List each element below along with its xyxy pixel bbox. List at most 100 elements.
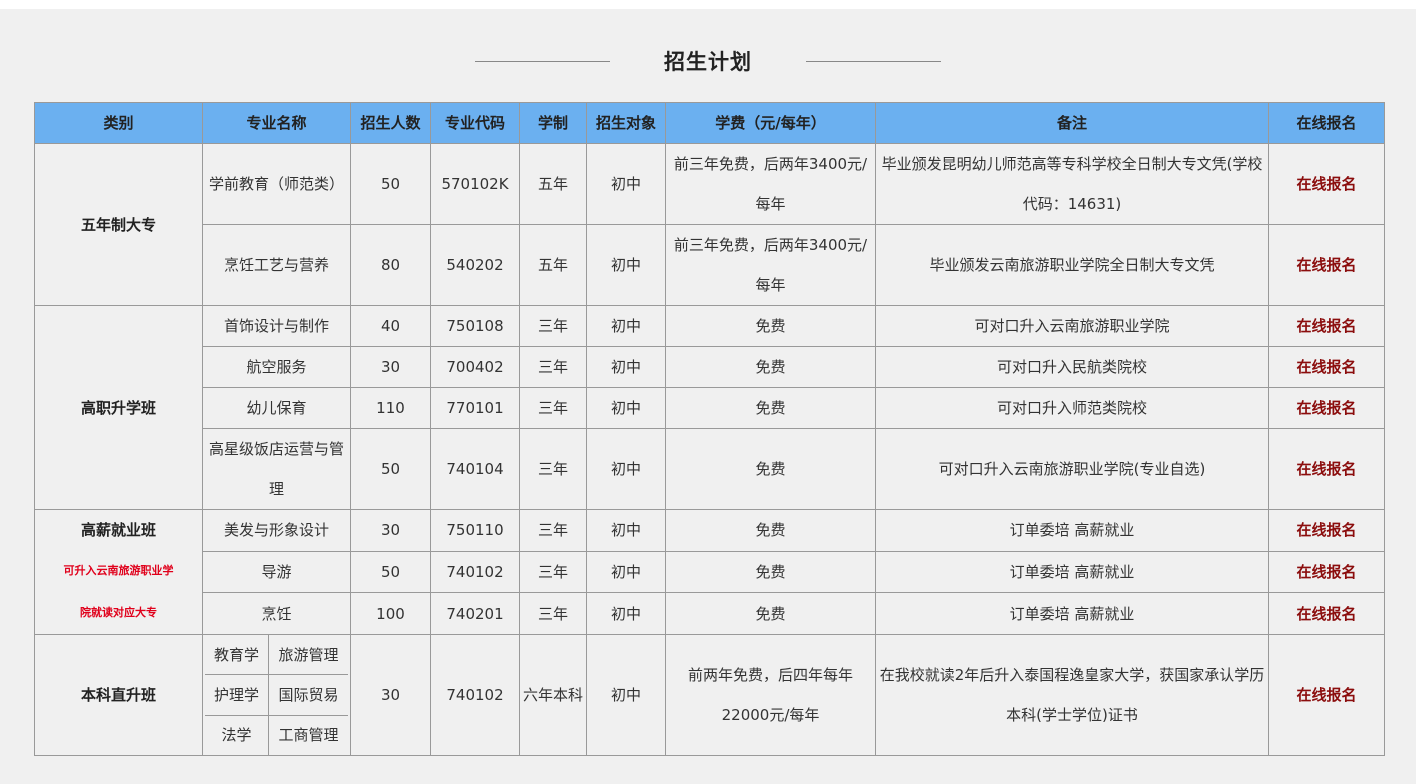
signup-link[interactable]: 在线报名 bbox=[1268, 387, 1385, 429]
major-cell: 国际贸易 bbox=[278, 685, 339, 704]
major-cell: 首饰设计与制作 bbox=[202, 305, 351, 347]
table-row: 航空服务 30 700402 三年 初中 免费 可对口升入民航类院校 在线报名 bbox=[35, 346, 1385, 388]
note-cell: 订单委培 高薪就业 bbox=[875, 509, 1269, 552]
table-row: 幼儿保育 110 770101 三年 初中 免费 可对口升入师范类院校 在线报名 bbox=[35, 387, 1385, 429]
code-cell: 570102K bbox=[430, 143, 520, 225]
major-cell: 航空服务 bbox=[202, 346, 351, 388]
signup-link[interactable]: 在线报名 bbox=[1268, 428, 1385, 510]
code-cell: 740201 bbox=[430, 592, 520, 635]
header-years: 学制 bbox=[519, 102, 587, 144]
header-fee: 学费（元/每年） bbox=[665, 102, 876, 144]
code-cell: 750110 bbox=[430, 509, 520, 552]
title-divider-left bbox=[475, 60, 610, 62]
page: 招生计划 类别 专业名称 招生人数 专业代码 学制 招生对象 学费（元/每年） … bbox=[0, 0, 1416, 784]
category-employment: 高薪就业班 可升入云南旅游职业学 院就读对应大专 bbox=[34, 509, 203, 635]
table-row: 高星级饭店运营与管理 50 740104 三年 初中 免费 可对口升入云南旅游职… bbox=[35, 428, 1385, 510]
note-cell: 可对口升入云南旅游职业学院(专业自选) bbox=[875, 428, 1269, 510]
code-cell: 750108 bbox=[430, 305, 520, 347]
signup-link[interactable]: 在线报名 bbox=[1268, 550, 1385, 594]
title-section: 招生计划 bbox=[0, 44, 1416, 78]
years-cell: 六年本科 bbox=[519, 634, 587, 756]
target-cell: 初中 bbox=[586, 305, 666, 347]
count-cell: 50 bbox=[350, 428, 431, 510]
table-row: 五年制大专 学前教育（师范类） 50 570102K 五年 初中 前三年免费，后… bbox=[34, 143, 1385, 306]
table-row: 导游 50 740102 三年 初中 免费 订单委培 高薪就业 在线报名 bbox=[35, 550, 1385, 594]
major-cell: 高星级饭店运营与管理 bbox=[202, 428, 351, 510]
table-row: 本科直升班 教育学 旅游管理 护理学 国际贸易 法学 工商管理 30 74010… bbox=[34, 634, 1385, 756]
title-divider-right bbox=[806, 60, 941, 62]
fee-cell: 免费 bbox=[665, 509, 876, 552]
header-major: 专业名称 bbox=[202, 102, 351, 144]
category-employment-note-2: 院就读对应大专 bbox=[80, 606, 157, 619]
note-cell: 毕业颁发云南旅游职业学院全日制大专文凭 bbox=[875, 224, 1269, 306]
count-cell: 30 bbox=[350, 634, 431, 756]
category-bachelor: 本科直升班 bbox=[34, 634, 203, 756]
header-target: 招生对象 bbox=[586, 102, 666, 144]
major-cell: 法学 bbox=[205, 715, 269, 755]
signup-link[interactable]: 在线报名 bbox=[1268, 634, 1385, 756]
major-cell: 幼儿保育 bbox=[202, 387, 351, 429]
header-signup: 在线报名 bbox=[1268, 102, 1385, 144]
table-row: 烹饪工艺与营养 80 540202 五年 初中 前三年免费，后两年3400元/每… bbox=[35, 224, 1385, 306]
target-cell: 初中 bbox=[586, 224, 666, 306]
note-cell: 订单委培 高薪就业 bbox=[875, 550, 1269, 594]
fee-cell: 前三年免费，后两年3400元/每年 bbox=[665, 224, 876, 306]
count-cell: 100 bbox=[350, 592, 431, 635]
fee-cell: 前两年免费，后四年每年22000元/每年 bbox=[665, 634, 876, 756]
count-cell: 50 bbox=[350, 550, 431, 594]
major-cell: 导游 bbox=[202, 550, 351, 594]
count-cell: 40 bbox=[350, 305, 431, 347]
category-employment-note: 可升入云南旅游职业学 bbox=[63, 564, 174, 577]
count-cell: 110 bbox=[350, 387, 431, 429]
signup-link[interactable]: 在线报名 bbox=[1268, 224, 1385, 306]
fee-cell: 免费 bbox=[665, 428, 876, 510]
major-cell: 教育学 bbox=[205, 635, 269, 675]
signup-link[interactable]: 在线报名 bbox=[1268, 509, 1385, 552]
years-cell: 三年 bbox=[519, 550, 587, 594]
note-cell: 在我校就读2年后升入泰国程逸皇家大学，获国家承认学历本科(学士学位)证书 bbox=[875, 634, 1269, 756]
note-cell: 可对口升入云南旅游职业学院 bbox=[875, 305, 1269, 347]
enrollment-table: 类别 专业名称 招生人数 专业代码 学制 招生对象 学费（元/每年） 备注 在线… bbox=[34, 102, 1385, 756]
fee-cell: 前三年免费，后两年3400元/每年 bbox=[665, 143, 876, 225]
major-cell: 旅游管理 bbox=[278, 645, 339, 664]
count-cell: 80 bbox=[350, 224, 431, 306]
years-cell: 三年 bbox=[519, 305, 587, 347]
fee-cell: 免费 bbox=[665, 550, 876, 594]
code-cell: 540202 bbox=[430, 224, 520, 306]
signup-link[interactable]: 在线报名 bbox=[1268, 592, 1385, 635]
signup-link[interactable]: 在线报名 bbox=[1268, 305, 1385, 347]
code-cell: 740102 bbox=[430, 550, 520, 594]
count-cell: 30 bbox=[350, 509, 431, 552]
years-cell: 三年 bbox=[519, 428, 587, 510]
category-five-year: 五年制大专 bbox=[34, 143, 203, 306]
years-cell: 五年 bbox=[519, 143, 587, 225]
target-cell: 初中 bbox=[586, 550, 666, 594]
major-cell: 美发与形象设计 bbox=[202, 509, 351, 552]
fee-cell: 免费 bbox=[665, 592, 876, 635]
target-cell: 初中 bbox=[586, 634, 666, 756]
target-cell: 初中 bbox=[586, 509, 666, 552]
years-cell: 三年 bbox=[519, 509, 587, 552]
page-title: 招生计划 bbox=[664, 50, 752, 74]
code-cell: 740104 bbox=[430, 428, 520, 510]
fee-cell: 免费 bbox=[665, 305, 876, 347]
major-cell: 工商管理 bbox=[278, 726, 339, 745]
code-cell: 770101 bbox=[430, 387, 520, 429]
years-cell: 五年 bbox=[519, 224, 587, 306]
signup-link[interactable]: 在线报名 bbox=[1268, 346, 1385, 388]
signup-link[interactable]: 在线报名 bbox=[1268, 143, 1385, 225]
header-code: 专业代码 bbox=[430, 102, 520, 144]
top-bar bbox=[0, 0, 1416, 9]
target-cell: 初中 bbox=[586, 428, 666, 510]
fee-cell: 免费 bbox=[665, 346, 876, 388]
major-cell: 烹饪工艺与营养 bbox=[202, 224, 351, 306]
table-row: 烹饪 100 740201 三年 初中 免费 订单委培 高薪就业 在线报名 bbox=[35, 592, 1385, 635]
major-cell: 烹饪 bbox=[202, 592, 351, 635]
count-cell: 30 bbox=[350, 346, 431, 388]
table-header-row: 类别 专业名称 招生人数 专业代码 学制 招生对象 学费（元/每年） 备注 在线… bbox=[34, 102, 1385, 144]
years-cell: 三年 bbox=[519, 592, 587, 635]
years-cell: 三年 bbox=[519, 387, 587, 429]
major-cell: 护理学 bbox=[205, 675, 269, 715]
header-note: 备注 bbox=[875, 102, 1269, 144]
target-cell: 初中 bbox=[586, 592, 666, 635]
